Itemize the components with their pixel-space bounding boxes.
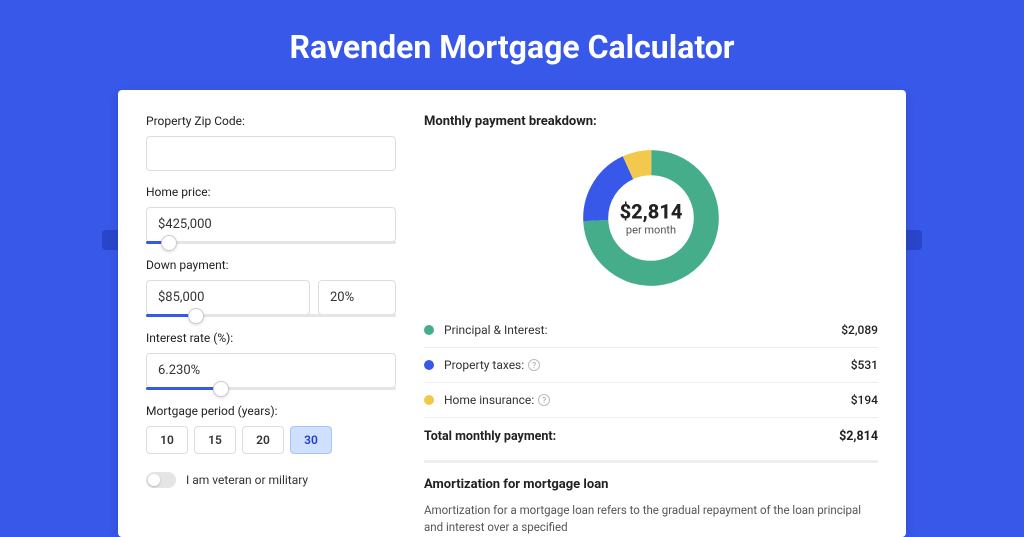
period-label: Mortgage period (years): bbox=[146, 404, 396, 418]
legend-value-principal: $2,089 bbox=[841, 323, 878, 337]
info-icon[interactable]: ? bbox=[538, 394, 550, 406]
amortization-text: Amortization for a mortgage loan refers … bbox=[424, 502, 878, 537]
form-column: Property Zip Code: Home price: Down paym… bbox=[146, 114, 396, 537]
total-label: Total monthly payment: bbox=[424, 429, 839, 444]
period-button-10[interactable]: 10 bbox=[146, 426, 188, 454]
veteran-toggle[interactable] bbox=[146, 472, 176, 488]
donut-center: $2,814 per month bbox=[620, 200, 683, 237]
rate-group: Interest rate (%): bbox=[146, 331, 396, 390]
total-row: Total monthly payment: $2,814 bbox=[424, 418, 878, 458]
legend-value-taxes: $531 bbox=[851, 358, 878, 372]
downpayment-slider-thumb[interactable] bbox=[188, 308, 204, 324]
rate-label: Interest rate (%): bbox=[146, 331, 396, 345]
period-button-30[interactable]: 30 bbox=[290, 426, 332, 454]
price-group: Home price: bbox=[146, 185, 396, 244]
price-input[interactable] bbox=[146, 207, 396, 242]
legend-row-insurance: Home insurance: ? $194 bbox=[424, 383, 878, 418]
breakdown-title: Monthly payment breakdown: bbox=[424, 114, 878, 129]
page-title: Ravenden Mortgage Calculator bbox=[0, 0, 1024, 90]
downpayment-pct-input[interactable] bbox=[318, 280, 396, 315]
price-slider[interactable] bbox=[146, 241, 396, 244]
period-button-20[interactable]: 20 bbox=[242, 426, 284, 454]
legend-value-insurance: $194 bbox=[851, 393, 878, 407]
period-button-15[interactable]: 15 bbox=[194, 426, 236, 454]
legend-row-principal: Principal & Interest: $2,089 bbox=[424, 313, 878, 348]
zip-label: Property Zip Code: bbox=[146, 114, 396, 128]
downpayment-input[interactable] bbox=[146, 280, 310, 315]
rate-slider-thumb[interactable] bbox=[213, 381, 229, 397]
donut-subtitle: per month bbox=[620, 224, 683, 237]
veteran-toggle-label: I am veteran or military bbox=[186, 473, 308, 487]
legend-label-principal: Principal & Interest: bbox=[444, 323, 841, 337]
zip-input[interactable] bbox=[146, 136, 396, 171]
rate-input[interactable] bbox=[146, 353, 396, 388]
period-group: Mortgage period (years): 10 15 20 30 bbox=[146, 404, 396, 454]
donut-chart: $2,814 per month bbox=[424, 145, 878, 291]
total-value: $2,814 bbox=[839, 429, 878, 444]
amortization-section: Amortization for mortgage loan Amortizat… bbox=[424, 460, 878, 537]
downpayment-slider[interactable] bbox=[146, 314, 396, 317]
breakdown-column: Monthly payment breakdown: $2,814 per mo… bbox=[424, 114, 878, 537]
price-label: Home price: bbox=[146, 185, 396, 199]
legend-label-taxes: Property taxes: ? bbox=[444, 358, 851, 372]
zip-group: Property Zip Code: bbox=[146, 114, 396, 171]
downpayment-group: Down payment: bbox=[146, 258, 396, 317]
toggle-knob bbox=[148, 474, 160, 486]
price-slider-thumb[interactable] bbox=[161, 235, 177, 251]
info-icon[interactable]: ? bbox=[528, 359, 540, 371]
legend-row-taxes: Property taxes: ? $531 bbox=[424, 348, 878, 383]
calculator-card: Property Zip Code: Home price: Down paym… bbox=[118, 90, 906, 537]
legend-dot-principal bbox=[424, 325, 434, 335]
downpayment-label: Down payment: bbox=[146, 258, 396, 272]
amortization-title: Amortization for mortgage loan bbox=[424, 477, 878, 492]
rate-slider[interactable] bbox=[146, 387, 396, 390]
legend-label-insurance: Home insurance: ? bbox=[444, 393, 851, 407]
legend-dot-insurance bbox=[424, 395, 434, 405]
donut-amount: $2,814 bbox=[620, 200, 683, 224]
legend-dot-taxes bbox=[424, 360, 434, 370]
veteran-toggle-row: I am veteran or military bbox=[146, 472, 396, 488]
